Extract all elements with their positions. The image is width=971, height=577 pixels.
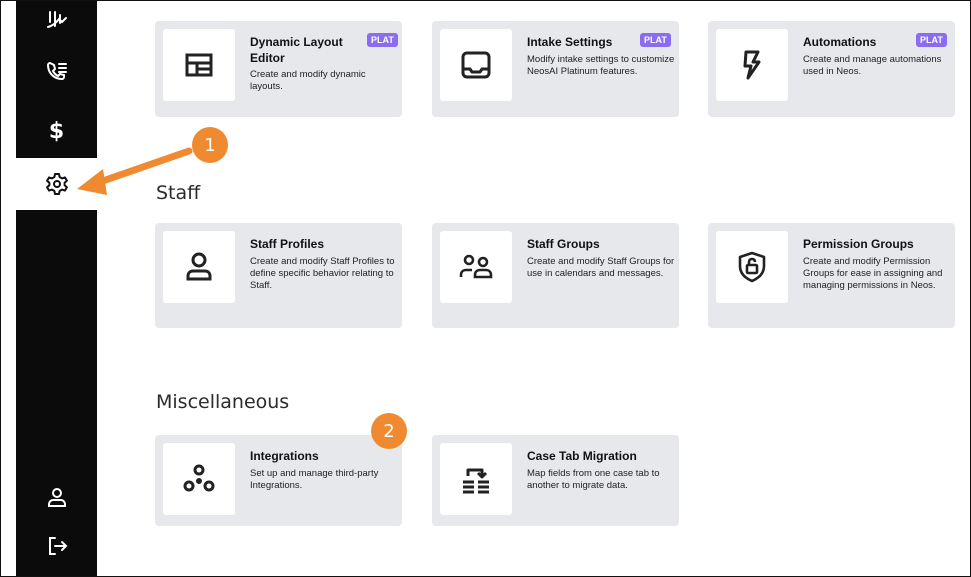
card-description: Create and modify Staff Groups for use i… [527, 256, 675, 279]
card-description: Create and modify dynamic layouts. [250, 69, 366, 92]
sidebar-item-chart[interactable] [16, 1, 97, 41]
section-title-miscellaneous: Miscellaneous [156, 391, 290, 413]
card-title: Automations [803, 35, 877, 49]
card-staff-groups[interactable]: Staff Groups Create and modify Staff Gro… [432, 223, 679, 328]
card-description: Set up and manage third-party Integratio… [250, 468, 379, 491]
user-icon [47, 488, 66, 507]
sidebar-item-calls[interactable] [16, 51, 97, 91]
card-case-tab-migration[interactable]: Case Tab Migration Map fields from one c… [432, 435, 679, 526]
card-staff-profiles[interactable]: Staff Profiles Create and modify Staff P… [155, 223, 402, 328]
group-icon [459, 254, 493, 279]
sidebar-item-profile[interactable] [16, 477, 97, 517]
layout-icon [185, 53, 213, 77]
person-icon [186, 252, 212, 281]
card-title: Permission Groups [803, 237, 914, 251]
card-title: Staff Profiles [250, 237, 325, 251]
card-description: Create and modify Permission Groups for … [803, 256, 943, 291]
migration-icon [463, 468, 489, 494]
dollar-icon: $ [48, 118, 65, 144]
card-title: Integrations [250, 449, 319, 463]
card-description: Modify intake settings to customize Neos… [527, 54, 675, 77]
card-integrations[interactable]: Integrations Set up and manage third-par… [155, 435, 402, 526]
plat-badge: PLAT [640, 33, 671, 47]
plat-badge: PLAT [367, 33, 398, 47]
card-title: Dynamic Layout Editor [250, 35, 343, 65]
card-title: Intake Settings [527, 35, 613, 49]
integrations-icon [183, 464, 215, 492]
card-title: Case Tab Migration [527, 449, 637, 463]
sidebar-item-logout[interactable] [16, 526, 97, 566]
card-description: Map fields from one case tab to another … [527, 468, 660, 491]
app-frame: $ Dynamic Layout Editor PLAT Create and … [0, 0, 971, 577]
logout-icon [48, 537, 67, 555]
plat-badge: PLAT [916, 33, 947, 47]
card-dynamic-layout-editor[interactable]: Dynamic Layout Editor PLAT Create and mo… [155, 21, 402, 117]
card-automations[interactable]: Automations PLAT Create and manage autom… [708, 21, 955, 117]
shield-lock-icon [738, 251, 766, 283]
lightning-icon [743, 50, 761, 80]
phone-list-icon [46, 61, 67, 81]
card-intake-settings[interactable]: Intake Settings PLAT Modify intake setti… [432, 21, 679, 117]
annotation-marker-2: 2 [371, 413, 407, 449]
card-description: Create and manage automations used in Ne… [803, 54, 942, 77]
card-permission-groups[interactable]: Permission Groups Create and modify Perm… [708, 223, 955, 328]
sidebar: $ [16, 1, 114, 576]
annotation-arrow [77, 147, 193, 195]
chart-icon [46, 11, 67, 28]
inbox-icon [461, 51, 491, 79]
card-title: Staff Groups [527, 237, 600, 251]
card-description: Create and modify Staff Profiles to defi… [250, 256, 395, 291]
gear-icon [45, 173, 68, 195]
annotation-marker-1: 1 [192, 127, 228, 163]
